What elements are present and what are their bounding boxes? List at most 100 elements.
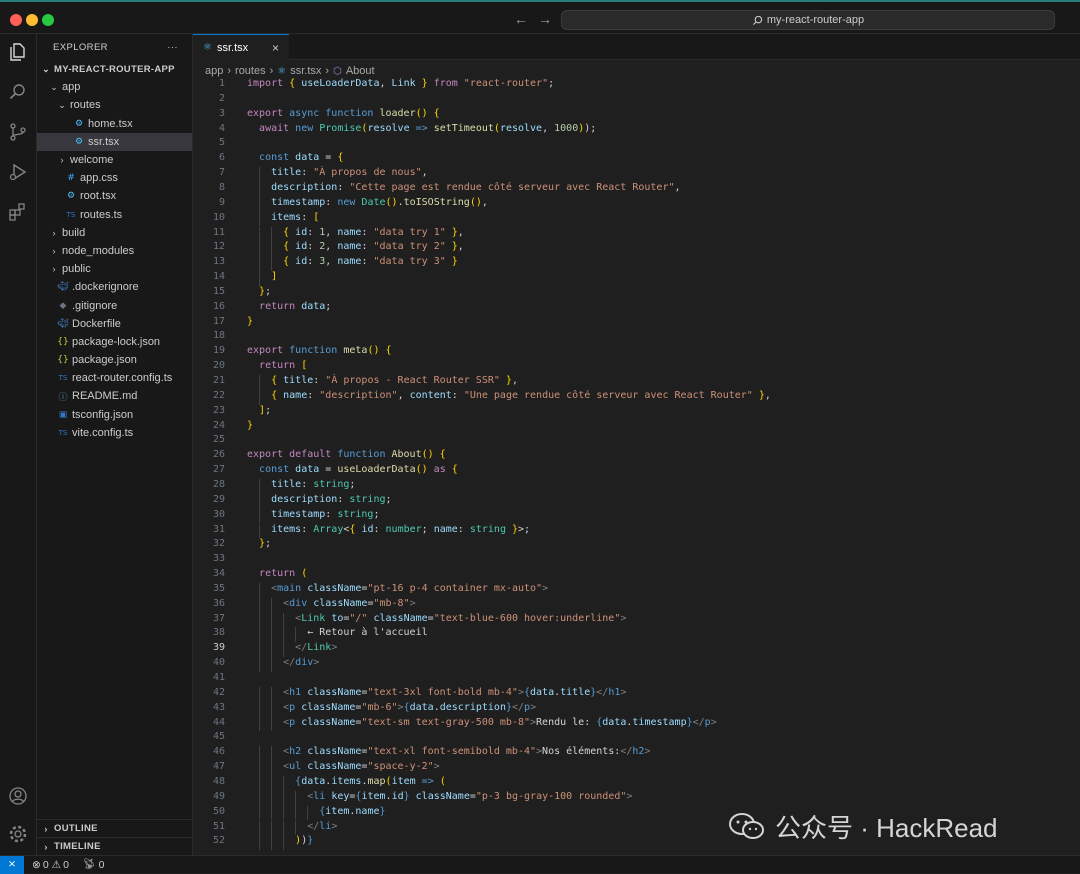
breadcrumb-item[interactable]: About <box>346 65 375 77</box>
code-token: : <box>325 196 338 208</box>
code-token: : <box>307 256 320 268</box>
file-item[interactable]: ▣ tsconfig.json <box>37 406 192 424</box>
search-icon[interactable] <box>8 82 28 102</box>
folder-item[interactable]: › public <box>37 260 192 278</box>
folder-item[interactable]: › build <box>37 224 192 242</box>
breadcrumb-item[interactable]: ssr.tsx <box>290 65 321 77</box>
remote-indicator[interactable]: ⨯ <box>0 855 24 874</box>
code-token: ; <box>421 523 434 535</box>
folder-item[interactable]: ⌄ routes <box>37 96 192 114</box>
outline-section[interactable]: › OUTLINE <box>37 819 193 837</box>
line-number: 24 <box>212 419 225 431</box>
code-token: </ <box>283 657 296 669</box>
indent-guide <box>259 478 261 494</box>
error-icon[interactable]: ⊗ <box>32 859 41 871</box>
status-bar: ⨯ ⊗ 0 ⚠ 0 📡︎ 0 <box>0 855 1080 874</box>
warning-icon[interactable]: ⚠ <box>52 859 61 871</box>
code-token: </ <box>692 716 705 728</box>
source-control-icon[interactable] <box>8 122 28 142</box>
tab-ssr-tsx[interactable]: ⚛ ssr.tsx × <box>193 34 289 60</box>
code-token: "mb-6" <box>361 701 398 713</box>
code-token: const <box>259 464 296 476</box>
code-token: map <box>367 775 386 787</box>
breadcrumb-item[interactable]: routes <box>235 65 266 77</box>
project-root[interactable]: ⌄ MY-REACT-ROUTER-APP <box>37 60 192 78</box>
back-arrow-icon[interactable]: ← <box>514 11 528 27</box>
ports-icon[interactable]: 📡︎ <box>83 859 96 870</box>
outline-label: OUTLINE <box>54 823 98 834</box>
indent-guide <box>283 820 285 836</box>
timeline-label: TIMELINE <box>54 841 101 852</box>
file-item[interactable]: ⓘ README.md <box>37 387 192 405</box>
timeline-section[interactable]: › TIMELINE <box>37 837 193 855</box>
line-number: 15 <box>212 285 225 297</box>
code-token: () { <box>367 345 392 357</box>
maximize-window-button[interactable] <box>42 14 54 26</box>
title-bar: ← → my-react-router-app <box>0 0 1080 34</box>
file-item[interactable]: ◆ .gitignore <box>37 296 192 314</box>
code-token: "Cette page est rendue côté serveur avec… <box>349 181 675 193</box>
indent-guide <box>295 820 297 836</box>
code-token: > <box>542 582 549 594</box>
explorer-icon[interactable] <box>8 42 28 62</box>
code-token: id <box>295 256 308 268</box>
line-number: 32 <box>212 538 225 550</box>
code-token: resolve <box>367 122 416 134</box>
code-token: ; <box>265 404 272 416</box>
folder-item[interactable]: › node_modules <box>37 242 192 260</box>
file-item[interactable]: ⚙ ssr.tsx <box>37 132 192 151</box>
more-actions-icon[interactable]: ··· <box>167 42 178 53</box>
command-center-search[interactable]: my-react-router-app <box>561 10 1055 30</box>
close-tab-icon[interactable]: × <box>272 41 279 55</box>
file-item[interactable]: {} package-lock.json <box>37 333 192 351</box>
line-number: 52 <box>212 835 225 847</box>
file-item[interactable]: TS react-router.config.ts <box>37 369 192 387</box>
code-token: return <box>259 568 302 580</box>
gear-icon[interactable] <box>8 824 28 844</box>
tree-item-label: ssr.tsx <box>88 135 120 148</box>
forward-arrow-icon[interactable]: → <box>538 11 552 27</box>
code-token: to <box>331 612 344 624</box>
docker-file-icon: 🐳︎ <box>57 282 69 293</box>
indent-guide <box>259 181 261 197</box>
code-token: ( <box>439 775 446 787</box>
run-debug-icon[interactable] <box>8 162 28 182</box>
file-item[interactable]: 🐳︎ .dockerignore <box>37 278 192 296</box>
indent-guide <box>259 226 261 242</box>
tree-item-label: package.json <box>72 354 137 367</box>
file-item[interactable]: TS routes.ts <box>37 206 192 224</box>
line-number: 4 <box>218 122 225 134</box>
tree-item-label: build <box>62 226 86 239</box>
file-item[interactable]: 🐳︎ Dockerfile <box>37 315 192 333</box>
code-token: , <box>457 226 464 238</box>
code-token: className <box>415 790 470 802</box>
folder-item[interactable]: ⌄ app <box>37 78 192 96</box>
tree-item-label: home.tsx <box>88 117 133 130</box>
breadcrumb-item[interactable]: app <box>205 65 223 77</box>
nav-arrows: ← → <box>514 11 562 27</box>
code-token: p <box>289 701 302 713</box>
file-item[interactable]: {} package.json <box>37 351 192 369</box>
activity-bar <box>0 34 37 855</box>
close-window-button[interactable] <box>10 14 22 26</box>
account-icon[interactable] <box>8 786 28 806</box>
file-item[interactable]: ⚙ root.tsx <box>37 187 192 205</box>
extensions-icon[interactable] <box>8 202 28 222</box>
code-line: description: string; <box>247 494 391 505</box>
code-token: { <box>283 256 296 268</box>
folder-item[interactable]: › welcome <box>37 151 192 169</box>
file-item[interactable]: ⚙ home.tsx <box>37 115 192 133</box>
code-line: export function meta() { <box>247 345 392 356</box>
tree-item-label: package-lock.json <box>72 335 161 348</box>
file-item[interactable]: TS vite.config.ts <box>37 424 192 442</box>
minimize-window-button[interactable] <box>26 14 38 26</box>
file-item[interactable]: # app.css <box>37 169 192 187</box>
code-line: import { useLoaderData, Link } from "rea… <box>247 78 554 89</box>
